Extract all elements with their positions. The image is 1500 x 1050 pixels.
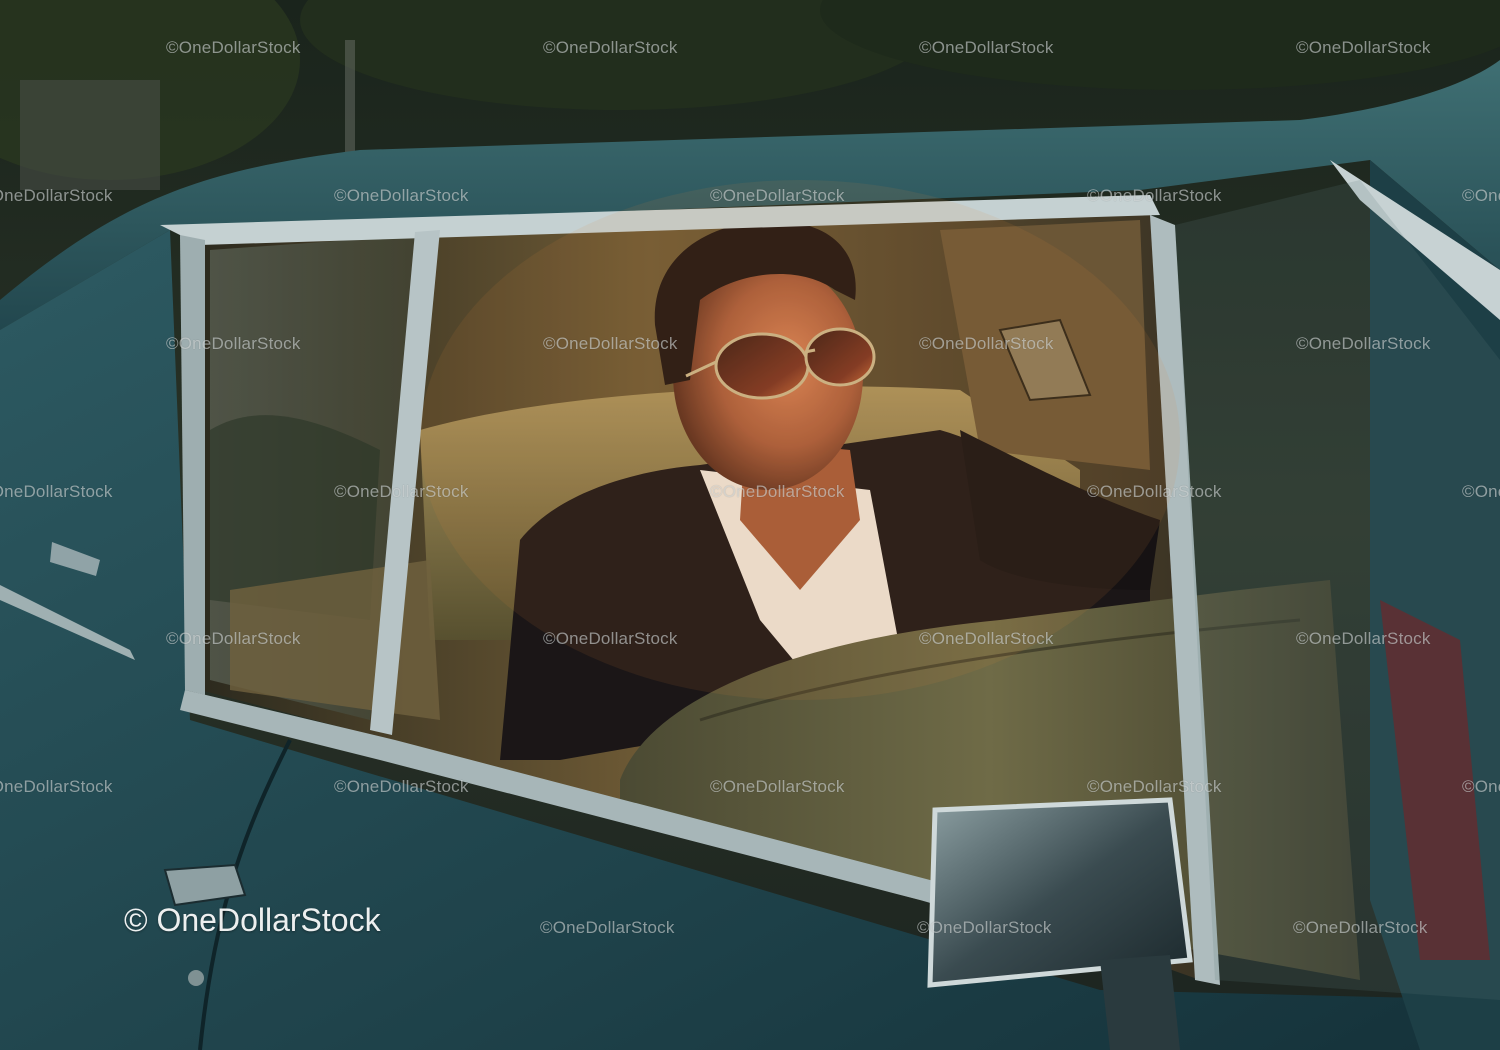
watermark-r4-c4: ©OneDollarStock bbox=[1462, 482, 1500, 501]
watermark-r7-c2: ©OneDollarStock bbox=[540, 918, 675, 937]
sunset-glow bbox=[420, 180, 1180, 700]
watermark-r6-c4: ©OneDollarStock bbox=[1462, 777, 1500, 796]
watermark-r1-c3: ©OneDollarStock bbox=[919, 38, 1054, 57]
watermark-r1-c2: ©OneDollarStock bbox=[543, 38, 678, 57]
watermark-r2-c4: ©OneDollarStock bbox=[1462, 186, 1500, 205]
watermark-r6-c1: ©OneDollarStock bbox=[334, 777, 469, 796]
watermark-r5-c3: ©OneDollarStock bbox=[919, 629, 1054, 648]
watermark-r3-c4: ©OneDollarStock bbox=[1296, 334, 1431, 353]
watermark-r2-c0: ©OneDollarStock bbox=[0, 186, 113, 205]
watermark-r6-c2: ©OneDollarStock bbox=[710, 777, 845, 796]
door-lock bbox=[188, 970, 204, 986]
watermark-r1-c1: ©OneDollarStock bbox=[166, 38, 301, 57]
watermark-r4-c3: ©OneDollarStock bbox=[1087, 482, 1222, 501]
watermark-r4-c0: ©OneDollarStock bbox=[0, 482, 113, 501]
watermark-r4-c1: ©OneDollarStock bbox=[334, 482, 469, 501]
watermark-r2-c1: ©OneDollarStock bbox=[334, 186, 469, 205]
watermark-r7-c3: ©OneDollarStock bbox=[917, 918, 1052, 937]
watermark-r1-c4: ©OneDollarStock bbox=[1296, 38, 1431, 57]
side-mirror-stem bbox=[1100, 955, 1180, 1050]
watermark-large: © OneDollarStock bbox=[124, 902, 381, 938]
watermark-r5-c4: ©OneDollarStock bbox=[1296, 629, 1431, 648]
watermark-r6-c0: ©OneDollarStock bbox=[0, 777, 113, 796]
watermark-r3-c1: ©OneDollarStock bbox=[166, 334, 301, 353]
watermark-r2-c3: ©OneDollarStock bbox=[1087, 186, 1222, 205]
watermark-r2-c2: ©OneDollarStock bbox=[710, 186, 845, 205]
watermark-r6-c3: ©OneDollarStock bbox=[1087, 777, 1222, 796]
watermark-r5-c2: ©OneDollarStock bbox=[543, 629, 678, 648]
watermark-r5-c1: ©OneDollarStock bbox=[166, 629, 301, 648]
building-wall bbox=[20, 80, 160, 190]
watermark-r7-c4: ©OneDollarStock bbox=[1293, 918, 1428, 937]
watermark-r4-c2: ©OneDollarStock bbox=[710, 482, 845, 501]
watermark-r3-c2: ©OneDollarStock bbox=[543, 334, 678, 353]
street-lamp-pole bbox=[345, 40, 355, 160]
car-photo bbox=[0, 0, 1500, 1050]
watermark-r3-c3: ©OneDollarStock bbox=[919, 334, 1054, 353]
photo-stage: ©OneDollarStock ©OneDollarStock ©OneDoll… bbox=[0, 0, 1500, 1050]
